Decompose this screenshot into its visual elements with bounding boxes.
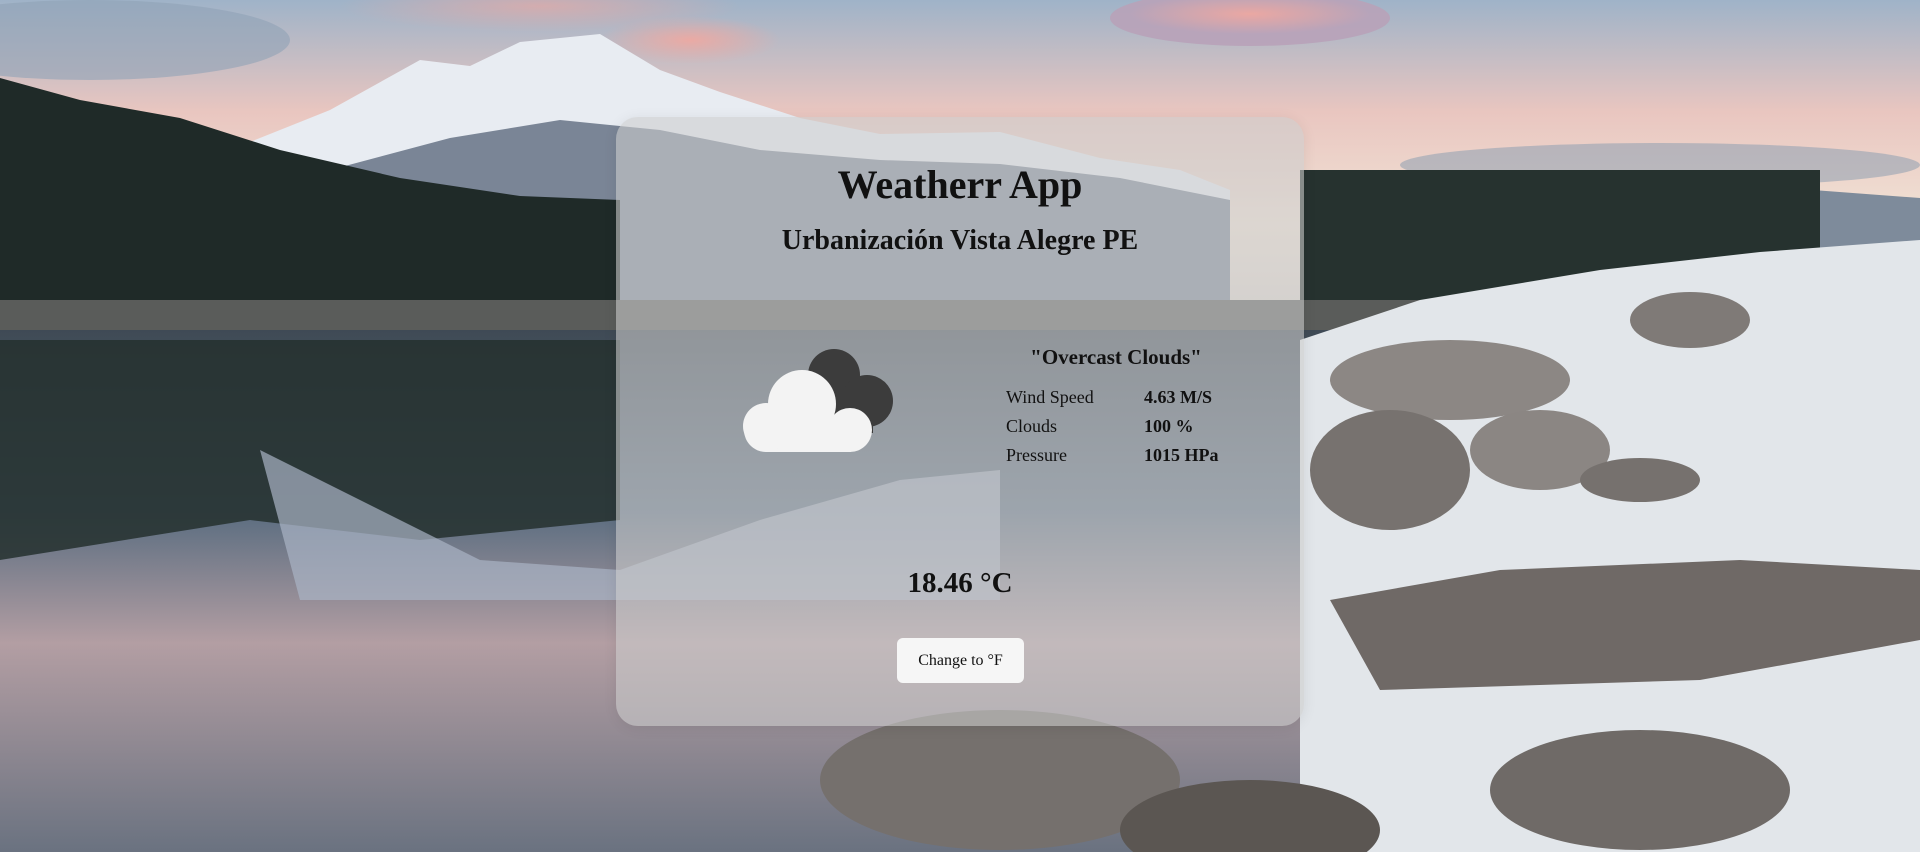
wind-speed-label: Wind Speed xyxy=(1006,387,1094,407)
wind-speed-value: 4.63 M/S xyxy=(1144,387,1213,407)
detail-row-pressure: Pressure 1015 HPa xyxy=(1006,441,1219,470)
pressure-label: Pressure xyxy=(1006,445,1067,465)
app-title: Weatherr App xyxy=(837,162,1083,207)
clouds-label: Clouds xyxy=(1006,416,1058,436)
change-unit-button[interactable]: Change to °F xyxy=(897,638,1024,683)
location-name: Urbanización Vista Alegre PE xyxy=(781,225,1139,256)
pressure-value: 1015 HPa xyxy=(1144,445,1219,465)
overcast-clouds-icon xyxy=(743,349,893,452)
weather-card: Weatherr App Urbanización Vista Alegre P… xyxy=(616,117,1304,726)
temperature-value: 18.46 °C xyxy=(907,567,1013,599)
detail-row-wind-speed: Wind Speed 4.63 M/S xyxy=(1006,383,1219,412)
clouds-value: 100 % xyxy=(1144,416,1194,436)
weather-details-table: Wind Speed 4.63 M/S Clouds 100 % Pressur… xyxy=(1006,383,1219,470)
detail-row-clouds: Clouds 100 % xyxy=(1006,412,1219,441)
weather-description: "Overcast Clouds" xyxy=(1030,345,1202,369)
